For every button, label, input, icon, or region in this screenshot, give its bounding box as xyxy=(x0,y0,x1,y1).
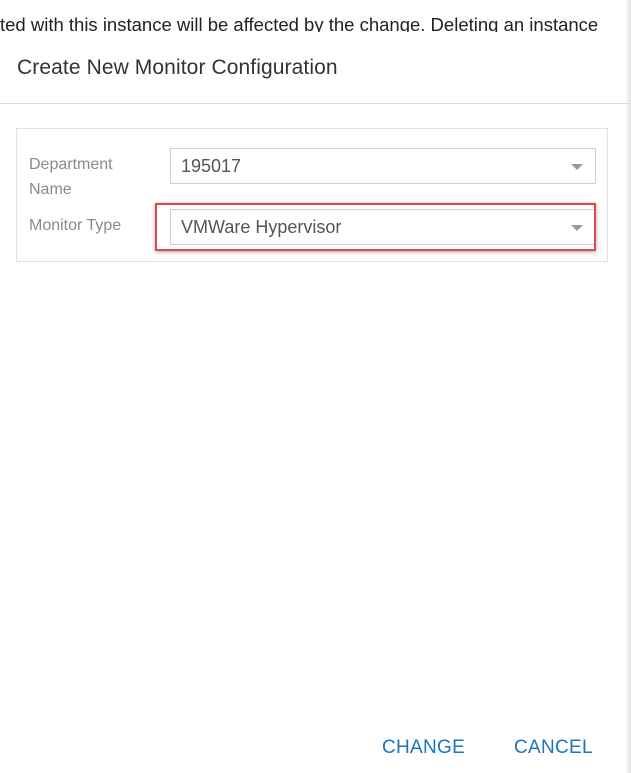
change-button[interactable]: CHANGE xyxy=(382,736,465,760)
title-divider xyxy=(0,103,631,104)
background-instance-warning-text: ted with this instance will be affected … xyxy=(0,14,599,32)
department-name-select[interactable]: 195017 xyxy=(170,148,596,184)
dialog-title: Create New Monitor Configuration xyxy=(17,56,338,79)
monitor-type-highlight xyxy=(155,203,596,251)
department-name-label: Department Name xyxy=(29,156,113,198)
monitor-type-label: Monitor Type xyxy=(29,217,122,234)
department-name-value: 195017 xyxy=(181,156,242,176)
dialog-right-edge-shadow xyxy=(625,0,631,773)
cancel-button[interactable]: CANCEL xyxy=(514,736,593,760)
chevron-down-icon[interactable] xyxy=(571,164,583,170)
